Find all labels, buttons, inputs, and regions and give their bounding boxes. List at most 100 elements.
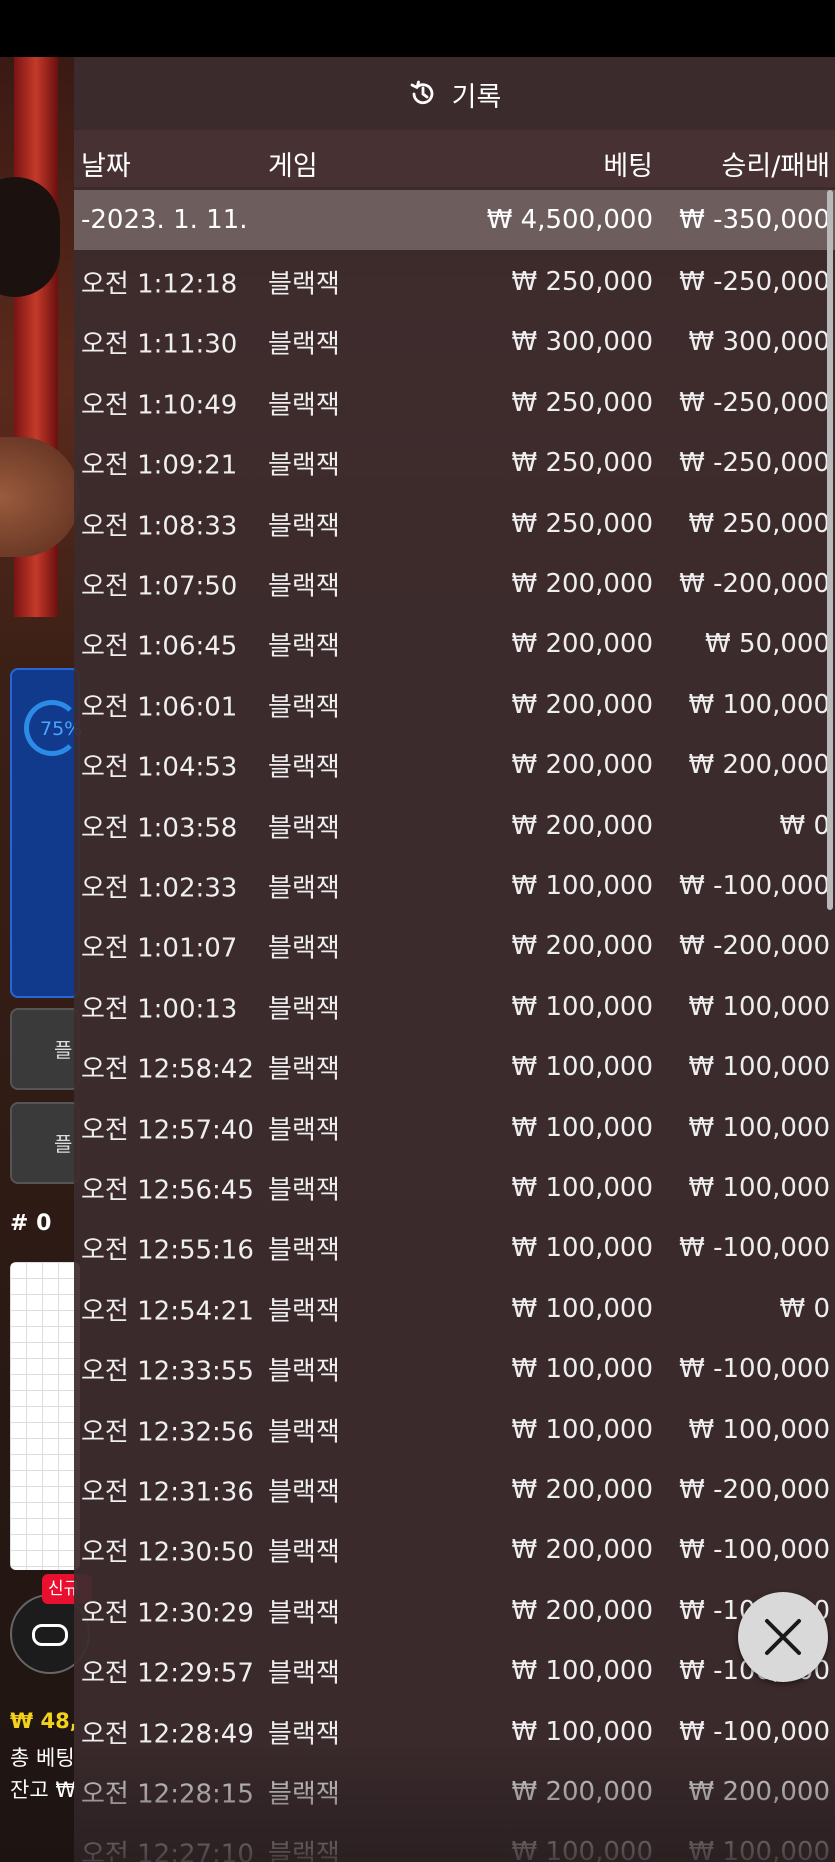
row-winloss: ₩ 0 bbox=[779, 810, 830, 841]
row-game: 블랙잭 bbox=[268, 813, 340, 844]
row-time: 오전 12:30:29 bbox=[81, 1598, 254, 1629]
row-bet: ₩ 250,000 bbox=[511, 448, 654, 479]
column-bet: 베팅 bbox=[603, 151, 653, 182]
row-time: 오전 1:11:30 bbox=[81, 329, 238, 360]
row-game: 블랙잭 bbox=[268, 692, 340, 723]
row-bet: ₩ 100,000 bbox=[511, 1354, 654, 1385]
history-row[interactable]: 오전 1:03:58 블랙잭 ₩ 200,000 ₩ 0 bbox=[74, 796, 835, 856]
row-winloss: ₩ 100,000 bbox=[688, 1837, 831, 1862]
row-bet: ₩ 250,000 bbox=[511, 508, 654, 539]
row-time: 오전 1:09:21 bbox=[81, 450, 238, 481]
close-button[interactable] bbox=[738, 1592, 828, 1682]
bet-timer-panel: 75% bbox=[10, 668, 82, 998]
row-bet: ₩ 100,000 bbox=[511, 1656, 654, 1687]
row-time: 오전 1:00:13 bbox=[81, 994, 238, 1025]
row-time: 오전 1:07:50 bbox=[81, 571, 238, 602]
history-row[interactable]: 오전 12:57:40 블랙잭 ₩ 100,000 ₩ 100,000 bbox=[74, 1098, 835, 1158]
row-game: 블랙잭 bbox=[268, 511, 340, 542]
history-row[interactable]: 오전 12:55:16 블랙잭 ₩ 100,000 ₩ -100,000 bbox=[74, 1218, 835, 1278]
history-row[interactable]: 오전 12:30:29블랙잭₩ 200,000₩ -100,000 bbox=[74, 1581, 835, 1641]
row-time: 오전 1:02:33 bbox=[81, 873, 238, 904]
row-bet: ₩ 200,000 bbox=[511, 629, 654, 660]
row-time: 오전 12:28:49 bbox=[81, 1719, 254, 1750]
row-time: 오전 12:28:15 bbox=[81, 1779, 254, 1810]
row-bet: ₩ 100,000 bbox=[511, 1716, 654, 1747]
history-row[interactable]: 오전 1:08:33 블랙잭 ₩ 250,000 ₩ 250,000 bbox=[74, 494, 835, 554]
row-game: 블랙잭 bbox=[268, 1235, 340, 1266]
row-bet: ₩ 100,000 bbox=[511, 1414, 654, 1445]
row-bet: ₩ 200,000 bbox=[511, 1535, 654, 1566]
play-button-secondary[interactable]: 플 bbox=[10, 1102, 80, 1184]
panel-header: 기록 bbox=[74, 57, 835, 131]
row-bet: ₩ 250,000 bbox=[511, 387, 654, 418]
row-game: 블랙잭 bbox=[268, 390, 340, 421]
row-time: 오전 12:32:56 bbox=[81, 1417, 254, 1448]
row-winloss: ₩ -100,000 bbox=[679, 871, 830, 901]
row-time: 오전 12:55:16 bbox=[81, 1235, 254, 1266]
row-winloss: ₩ -100,000 bbox=[679, 1716, 830, 1747]
history-panel: 기록 날짜 게임 베팅 승리/패배 -2023. 1. 11. ₩ 4,500,… bbox=[74, 57, 835, 1862]
row-game: 블랙잭 bbox=[268, 1719, 340, 1750]
game-table bbox=[0, 437, 80, 557]
row-game: 블랙잭 bbox=[268, 1779, 340, 1810]
row-game: 블랙잭 bbox=[268, 752, 340, 783]
row-time: 오전 12:33:55 bbox=[81, 1356, 254, 1387]
history-row[interactable]: 오전 12:32:56 블랙잭 ₩ 100,000 ₩ 100,000 bbox=[74, 1400, 835, 1460]
row-bet: ₩ 100,000 bbox=[511, 1112, 654, 1143]
round-counter: # 0 bbox=[10, 1211, 52, 1236]
history-row[interactable]: 오전 1:10:49 블랙잭 ₩ 250,000 ₩ -250,000 bbox=[74, 373, 835, 433]
history-row[interactable]: 오전 12:54:21 블랙잭 ₩ 100,000 ₩ 0 bbox=[74, 1279, 835, 1339]
row-time: 오전 1:01:07 bbox=[81, 933, 238, 964]
history-row[interactable]: 오전 12:28:49 블랙잭 ₩ 100,000 ₩ -100,000 bbox=[74, 1702, 835, 1762]
scoreboard-grid bbox=[10, 1262, 80, 1570]
row-game: 블랙잭 bbox=[268, 933, 340, 964]
history-row[interactable]: 오전 1:01:07 블랙잭 ₩ 200,000 ₩ -200,000 bbox=[74, 916, 835, 976]
row-bet: ₩ 200,000 bbox=[511, 810, 654, 841]
history-row[interactable]: 오전 12:58:42 블랙잭 ₩ 100,000 ₩ 100,000 bbox=[74, 1037, 835, 1097]
row-winloss: ₩ -200,000 bbox=[679, 931, 830, 962]
row-game: 블랙잭 bbox=[268, 873, 340, 904]
history-row[interactable]: 오전 12:29:57블랙잭₩ 100,000₩ -100,000 bbox=[74, 1641, 835, 1701]
row-game: 블랙잭 bbox=[268, 269, 340, 300]
row-bet: ₩ 200,000 bbox=[511, 1475, 654, 1505]
row-winloss: ₩ 0 bbox=[779, 1293, 830, 1324]
row-time: 오전 1:12:18 bbox=[81, 269, 238, 300]
row-game: 블랙잭 bbox=[268, 450, 340, 481]
history-row[interactable]: 오전 1:00:13 블랙잭 ₩ 100,000 ₩ 100,000 bbox=[74, 977, 835, 1037]
row-time: 오전 1:03:58 bbox=[81, 813, 238, 844]
row-winloss: ₩ 300,000 bbox=[688, 327, 831, 358]
history-row[interactable]: 오전 1:09:21 블랙잭 ₩ 250,000 ₩ -250,000 bbox=[74, 433, 835, 493]
history-row[interactable]: 오전 12:56:45 블랙잭 ₩ 100,000 ₩ 100,000 bbox=[74, 1158, 835, 1218]
history-row[interactable]: 오전 1:06:01 블랙잭 ₩ 200,000 ₩ 100,000 bbox=[74, 675, 835, 735]
history-row[interactable]: 오전 1:02:33 블랙잭 ₩ 100,000 ₩ -100,000 bbox=[74, 856, 835, 916]
row-winloss: ₩ -250,000 bbox=[679, 387, 830, 418]
panel-title: 기록 bbox=[451, 81, 502, 113]
history-row[interactable]: 오전 12:31:36 블랙잭 ₩ 200,000 ₩ -200,000 bbox=[74, 1460, 835, 1520]
play-button[interactable]: 플 bbox=[10, 1008, 80, 1090]
row-game: 블랙잭 bbox=[268, 1477, 340, 1508]
history-row[interactable]: 오전 12:30:50 블랙잭 ₩ 200,000 ₩ -100,000 bbox=[74, 1520, 835, 1580]
history-row[interactable]: 오전 1:12:18 블랙잭 ₩ 250,000 ₩ -250,000 bbox=[74, 252, 835, 312]
history-scrollbar[interactable] bbox=[827, 190, 833, 910]
history-row[interactable]: 오전 1:07:50 블랙잭 ₩ 200,000 ₩ -200,000 bbox=[74, 554, 835, 614]
history-row[interactable]: 오전 12:28:15 블랙잭 ₩ 200,000 ₩ 200,000 bbox=[74, 1762, 835, 1822]
history-row[interactable]: 오전 12:27:10 블랙잭 ₩ 100,000 ₩ 100,000 bbox=[74, 1822, 835, 1862]
row-game: 블랙잭 bbox=[268, 994, 340, 1025]
row-game: 블랙잭 bbox=[268, 1417, 340, 1448]
status-bar bbox=[0, 0, 835, 57]
date-group-row[interactable]: -2023. 1. 11. ₩ 4,500,000 ₩ -350,000 bbox=[74, 190, 835, 250]
row-winloss: ₩ 200,000 bbox=[688, 750, 831, 781]
history-row[interactable]: 오전 1:06:45 블랙잭 ₩ 200,000 ₩ 50,000 bbox=[74, 614, 835, 674]
row-bet: ₩ 100,000 bbox=[511, 1293, 654, 1324]
column-game: 게임 bbox=[268, 151, 318, 182]
history-row[interactable]: 오전 1:04:53 블랙잭 ₩ 200,000 ₩ 200,000 bbox=[74, 735, 835, 795]
date-group-bet-total: ₩ 4,500,000 bbox=[486, 205, 653, 235]
history-row[interactable]: 오전 12:33:55 블랙잭 ₩ 100,000 ₩ -100,000 bbox=[74, 1339, 835, 1399]
row-bet: ₩ 100,000 bbox=[511, 871, 654, 901]
row-bet: ₩ 300,000 bbox=[511, 327, 654, 358]
row-game: 블랙잭 bbox=[268, 329, 340, 360]
row-bet: ₩ 200,000 bbox=[511, 750, 654, 781]
chip-icon bbox=[32, 1624, 68, 1646]
history-row[interactable]: 오전 1:11:30 블랙잭 ₩ 300,000 ₩ 300,000 bbox=[74, 312, 835, 372]
row-game: 블랙잭 bbox=[268, 1658, 340, 1689]
